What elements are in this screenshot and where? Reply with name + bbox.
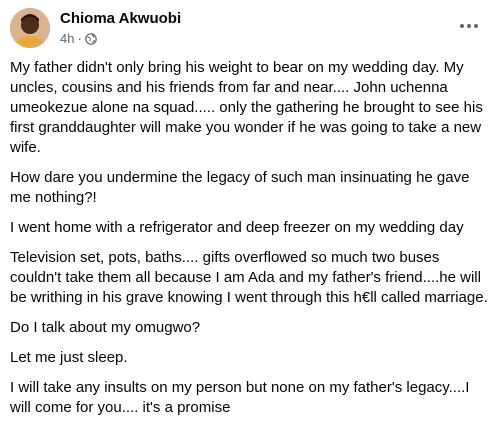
- post-paragraph: Let me just sleep.: [10, 349, 128, 366]
- post-paragraph: Television set, pots, baths.... gifts ov…: [10, 249, 488, 306]
- post-body: My father didn't only bring his weight t…: [10, 58, 490, 428]
- author-avatar[interactable]: [10, 8, 50, 48]
- post-header: Chioma Akwuobi 4h ·: [10, 8, 487, 52]
- post-paragraph: I went home with a refrigerator and deep…: [10, 219, 464, 236]
- post-paragraph: My father didn't only bring his weight t…: [10, 59, 483, 156]
- meta-separator: ·: [77, 31, 82, 46]
- facebook-post: Chioma Akwuobi 4h · My father didn't onl…: [0, 0, 497, 423]
- post-paragraph: How dare you undermine the legacy of suc…: [10, 169, 470, 206]
- author-name[interactable]: Chioma Akwuobi: [60, 10, 181, 27]
- post-time[interactable]: 4h: [60, 31, 74, 46]
- more-horizontal-icon[interactable]: [457, 14, 481, 38]
- post-paragraph: Do I talk about my omugwo?: [10, 319, 201, 336]
- post-meta: 4h ·: [60, 31, 97, 46]
- globe-icon: [85, 32, 97, 45]
- post-paragraph: I will take any insults on my person but…: [10, 379, 470, 416]
- avatar-image: [10, 8, 50, 48]
